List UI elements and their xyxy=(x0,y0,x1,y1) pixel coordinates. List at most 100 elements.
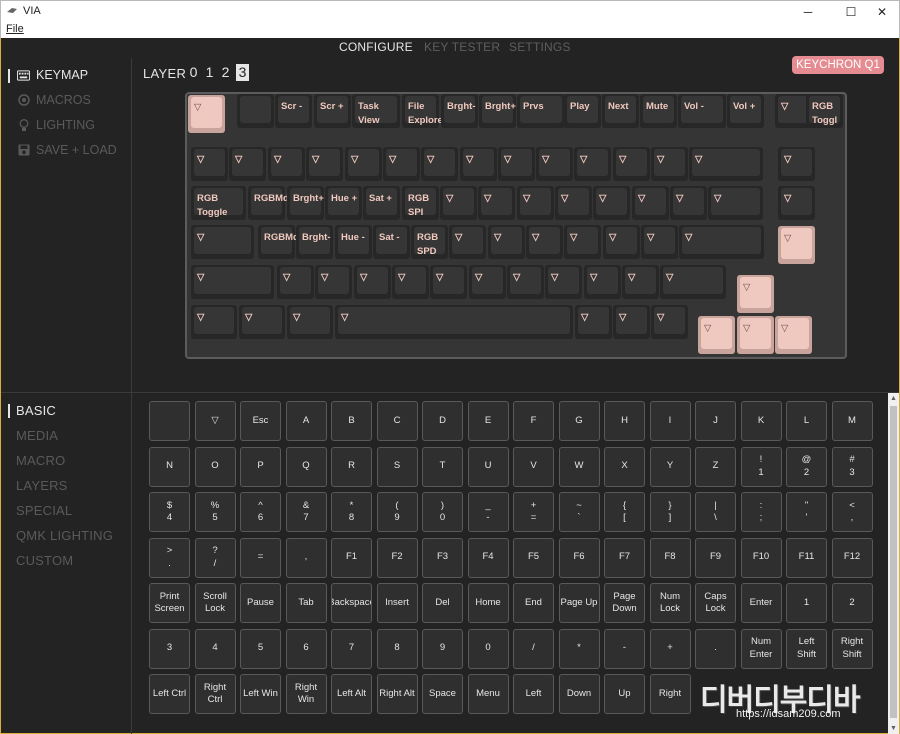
keyboard-key[interactable]: ▽ xyxy=(507,265,544,299)
keyboard-key[interactable]: ▽ xyxy=(575,305,612,339)
keycode-button[interactable]: Print Screen xyxy=(149,583,190,623)
keycode-button[interactable]: F xyxy=(513,401,554,441)
layer-1-button[interactable]: 1 xyxy=(203,64,216,81)
keyboard-key[interactable]: ▽ xyxy=(613,305,650,339)
keycode-button[interactable]: S xyxy=(376,446,418,487)
keyboard-key[interactable]: ▽ xyxy=(660,265,726,299)
keycode-button[interactable]: Page Down xyxy=(604,583,645,623)
keycode-button[interactable]: Down xyxy=(558,674,600,714)
keyboard-key[interactable]: ▽ xyxy=(574,147,611,181)
keycode-button[interactable]: ) 0 xyxy=(422,492,463,532)
category-custom[interactable]: CUSTOM xyxy=(16,553,73,568)
keycode-button[interactable]: = xyxy=(240,537,281,578)
keyboard-key[interactable]: Brght+ xyxy=(479,94,516,128)
keyboard-key[interactable]: ▽ xyxy=(670,186,707,220)
keyboard-key[interactable]: ▽ xyxy=(449,225,486,259)
keyboard-key[interactable]: ▽ xyxy=(229,147,266,181)
keycode-button[interactable]: Y xyxy=(649,446,691,487)
keyboard-key[interactable]: Prvs xyxy=(517,94,565,128)
keyboard-key[interactable]: ▽ xyxy=(737,316,774,354)
keyboard-key[interactable]: ▽ xyxy=(287,305,333,339)
keyboard-key[interactable]: ▽ xyxy=(641,225,678,259)
keycode-button[interactable]: 4 xyxy=(194,628,236,669)
keyboard-key[interactable]: ▽ xyxy=(191,147,228,181)
keycode-button[interactable]: Page Up xyxy=(558,583,600,623)
keycode-button[interactable]: N xyxy=(149,446,190,487)
keycode-button[interactable]: 0 xyxy=(467,628,509,669)
keyboard-key[interactable]: ▽ xyxy=(345,147,382,181)
keycode-button[interactable]: Enter xyxy=(740,583,782,623)
keycode-button[interactable]: _ - xyxy=(467,492,509,532)
keyboard-key[interactable]: ▽ xyxy=(354,265,391,299)
keyboard-key[interactable]: ▽ xyxy=(239,305,285,339)
keycode-button[interactable]: & 7 xyxy=(285,492,327,532)
close-button[interactable]: ✕ xyxy=(863,1,900,23)
keyboard-key[interactable]: ▽ xyxy=(632,186,669,220)
keyboard-key[interactable]: ▽ xyxy=(584,265,621,299)
keyboard-key[interactable]: RGBMd- xyxy=(248,186,292,220)
keycode-button[interactable]: Esc xyxy=(240,401,281,441)
keycode-button[interactable]: D xyxy=(422,401,463,441)
keycode-button[interactable] xyxy=(149,401,190,441)
keycode-button[interactable]: % 5 xyxy=(194,492,236,532)
keyboard-key[interactable]: Scr + xyxy=(314,94,351,128)
keycode-button[interactable]: Left Alt xyxy=(331,674,372,714)
keyboard-key[interactable]: ▽ xyxy=(526,225,563,259)
keyboard-key[interactable]: Play xyxy=(564,94,601,128)
keyboard-key[interactable]: ▽ xyxy=(315,265,352,299)
keycode-button[interactable]: Home xyxy=(467,583,509,623)
keycode-button[interactable]: Right Shift xyxy=(831,628,873,669)
keycode-button[interactable]: B xyxy=(331,401,372,441)
keycode-button[interactable]: Caps Lock xyxy=(695,583,736,623)
scrollbar[interactable]: ▲ ▼ xyxy=(888,393,899,734)
keycode-button[interactable]: $ 4 xyxy=(149,492,190,532)
keycode-button[interactable]: H xyxy=(604,401,645,441)
category-macro[interactable]: MACRO xyxy=(16,453,65,468)
keycode-button[interactable]: / xyxy=(513,628,554,669)
keycode-button[interactable]: U xyxy=(467,446,509,487)
keycode-button[interactable]: Right xyxy=(649,674,691,714)
keycode-button[interactable]: G xyxy=(558,401,600,441)
keycode-button[interactable]: F5 xyxy=(513,537,554,578)
keycode-button[interactable]: @ 2 xyxy=(786,446,827,487)
keycode-button[interactable]: Right Ctrl xyxy=(194,674,236,714)
keycode-button[interactable]: Scroll Lock xyxy=(194,583,236,623)
keycode-button[interactable]: Right Win xyxy=(285,674,327,714)
keycode-button[interactable]: F3 xyxy=(422,537,463,578)
keycode-button[interactable]: Left Ctrl xyxy=(149,674,190,714)
keyboard-key[interactable]: RGBMd- xyxy=(258,225,302,259)
keycode-button[interactable]: End xyxy=(513,583,554,623)
keyboard-key[interactable]: Task View xyxy=(352,94,400,128)
keycode-button[interactable]: { [ xyxy=(604,492,645,532)
keycode-button[interactable]: C xyxy=(376,401,418,441)
keycode-button[interactable]: F4 xyxy=(467,537,509,578)
keycode-button[interactable]: F1 xyxy=(331,537,372,578)
keycode-button[interactable]: : ; xyxy=(740,492,782,532)
keyboard-key[interactable]: ▽ xyxy=(651,147,688,181)
keycode-button[interactable]: F10 xyxy=(740,537,782,578)
tab-configure[interactable]: CONFIGURE xyxy=(339,40,413,54)
keycode-button[interactable]: I xyxy=(649,401,691,441)
keycode-button[interactable]: K xyxy=(740,401,782,441)
keycode-button[interactable]: Left Win xyxy=(240,674,281,714)
keyboard-key[interactable]: ▽ xyxy=(545,265,582,299)
keycode-button[interactable]: + = xyxy=(513,492,554,532)
keycode-button[interactable]: + xyxy=(649,628,691,669)
scroll-up-arrow-icon[interactable]: ▲ xyxy=(888,393,899,404)
sidebar-item-lighting[interactable]: LIGHTING xyxy=(17,118,95,132)
keycode-button[interactable]: 3 xyxy=(149,628,190,669)
keycode-button[interactable]: J xyxy=(695,401,736,441)
keycode-button[interactable]: ~ ` xyxy=(558,492,600,532)
keycode-button[interactable]: F11 xyxy=(786,537,827,578)
category-qmk-lighting[interactable]: QMK LIGHTING xyxy=(16,528,113,543)
layer-2-button[interactable]: 2 xyxy=(219,64,232,81)
keyboard-key[interactable]: ▽ xyxy=(277,265,314,299)
keycode-button[interactable]: T xyxy=(422,446,463,487)
keycode-button[interactable]: Pause xyxy=(240,583,281,623)
keyboard-key[interactable]: ▽ xyxy=(593,186,630,220)
keyboard-key[interactable]: ▽ xyxy=(478,186,515,220)
category-special[interactable]: SPECIAL xyxy=(16,503,72,518)
keyboard-key[interactable]: Sat - xyxy=(373,225,410,259)
keyboard-key[interactable]: ▽ xyxy=(689,147,763,181)
keyboard-key[interactable] xyxy=(237,94,274,128)
